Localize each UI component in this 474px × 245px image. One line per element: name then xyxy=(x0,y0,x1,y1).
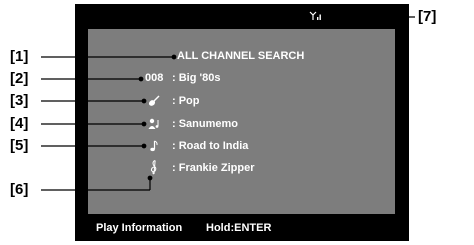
callout-7: [7] xyxy=(418,8,437,25)
callout-6: [6] xyxy=(10,181,29,198)
callout-5: [5] xyxy=(10,137,29,154)
callout-leader-lines xyxy=(41,14,415,191)
callout-3: [3] xyxy=(10,92,29,109)
callout-4: [4] xyxy=(10,115,29,132)
callout-2: [2] xyxy=(10,70,29,87)
callout-1: [1] xyxy=(10,48,29,65)
